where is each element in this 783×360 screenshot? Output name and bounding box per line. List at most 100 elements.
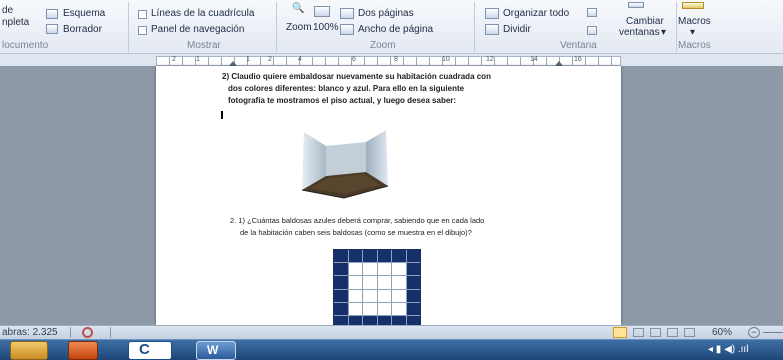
white-tile bbox=[348, 302, 362, 315]
blue-tile bbox=[406, 302, 420, 315]
blue-tile bbox=[406, 276, 420, 289]
macros-button[interactable]: Macros bbox=[678, 16, 711, 27]
sync-scroll-icon[interactable] bbox=[587, 26, 597, 35]
ruler-number: 4 bbox=[298, 56, 302, 63]
word-taskbar-icon[interactable]: W bbox=[196, 341, 236, 360]
question-2-line-3: fotografía te mostramos el piso actual, … bbox=[228, 96, 457, 105]
side-by-side-icon[interactable] bbox=[587, 8, 597, 17]
room-floor-photo bbox=[301, 130, 389, 199]
question-2-line-2: dos colores diferentes: blanco y azul. P… bbox=[228, 84, 465, 93]
group-label-mostrar: Mostrar bbox=[187, 40, 221, 51]
ribbon-separator bbox=[276, 2, 277, 52]
white-tile bbox=[348, 289, 362, 302]
status-divider bbox=[70, 327, 71, 338]
taskbar: C W ◂ ▮ ◀) .ııl bbox=[0, 339, 783, 360]
split-button[interactable]: Dividir bbox=[503, 24, 531, 35]
question-2-1-line-1: 2. 1) ¿Cuántas baldosas azules deberá co… bbox=[230, 216, 485, 225]
white-tile bbox=[363, 302, 377, 315]
ribbon-separator bbox=[676, 2, 677, 52]
macros-dropdown-icon[interactable]: ▾ bbox=[690, 27, 695, 38]
word-count[interactable]: abras: 2.325 bbox=[2, 327, 58, 338]
white-tile bbox=[377, 263, 391, 276]
page-width-icon bbox=[340, 24, 354, 35]
draft-view-icon bbox=[46, 24, 58, 34]
white-tile bbox=[363, 263, 377, 276]
blue-tile bbox=[406, 315, 420, 325]
ruler-number: 12 bbox=[486, 56, 494, 63]
outline-layout-view-icon[interactable] bbox=[667, 328, 678, 337]
gridlines-checkbox[interactable] bbox=[138, 10, 147, 19]
blue-tile bbox=[334, 289, 348, 302]
spelling-check-icon[interactable] bbox=[82, 327, 93, 338]
app-c-taskbar-icon[interactable]: C bbox=[128, 341, 172, 360]
white-tile bbox=[392, 276, 406, 289]
white-tile bbox=[377, 302, 391, 315]
blue-tile bbox=[392, 315, 406, 325]
zoom-slider[interactable] bbox=[763, 332, 783, 333]
blue-tile bbox=[334, 250, 348, 263]
white-tile bbox=[377, 289, 391, 302]
status-bar: abras: 2.325 60% − bbox=[0, 325, 783, 339]
full-screen-view-icon[interactable] bbox=[633, 328, 644, 337]
white-tile bbox=[392, 289, 406, 302]
arrange-all-icon bbox=[485, 8, 499, 19]
white-tile bbox=[392, 302, 406, 315]
media-player-taskbar-icon[interactable] bbox=[68, 341, 98, 360]
arrange-all-button[interactable]: Organizar todo bbox=[503, 8, 569, 19]
status-divider bbox=[110, 327, 111, 338]
print-layout-view-icon[interactable] bbox=[613, 327, 627, 338]
white-tile bbox=[348, 276, 362, 289]
ribbon-left-fragment-1[interactable]: de bbox=[2, 5, 13, 16]
zoom-out-icon[interactable]: − bbox=[748, 327, 760, 338]
blue-tile bbox=[334, 302, 348, 315]
group-label-documento: locumento bbox=[2, 40, 49, 51]
ruler-number: 10 bbox=[442, 56, 450, 63]
ruler-number: 2 bbox=[172, 56, 176, 63]
blue-tile bbox=[348, 250, 362, 263]
system-tray-icons[interactable]: ◂ ▮ ◀) .ııl bbox=[708, 344, 748, 355]
zoom-100-button[interactable]: 100% bbox=[313, 22, 339, 33]
two-pages-button[interactable]: Dos páginas bbox=[358, 8, 414, 19]
zoom-button[interactable]: Zoom bbox=[286, 22, 312, 33]
blue-tile bbox=[377, 250, 391, 263]
zoom-level[interactable]: 60% bbox=[712, 327, 732, 338]
switch-windows-dropdown-icon[interactable]: ▾ bbox=[661, 27, 666, 38]
blue-tile bbox=[406, 289, 420, 302]
group-label-ventana: Ventana bbox=[560, 40, 597, 51]
macros-icon bbox=[682, 2, 704, 9]
blue-tile bbox=[334, 276, 348, 289]
blue-tile bbox=[392, 250, 406, 263]
white-tile bbox=[348, 263, 362, 276]
zoom-magnifier-icon: 🔍 bbox=[292, 3, 305, 14]
white-tile bbox=[363, 289, 377, 302]
split-icon bbox=[485, 24, 499, 35]
white-tile bbox=[392, 263, 406, 276]
outline-view-button[interactable]: Esquema bbox=[63, 8, 105, 19]
web-layout-view-icon[interactable] bbox=[650, 328, 661, 337]
switch-windows-label-1[interactable]: Cambiar bbox=[626, 16, 664, 27]
two-pages-icon bbox=[340, 8, 354, 19]
draft-layout-view-icon[interactable] bbox=[684, 328, 695, 337]
text-cursor bbox=[221, 111, 223, 119]
question-2-line-1: 2) Claudio quiere embaldosar nuevamente … bbox=[222, 72, 491, 81]
blue-tile bbox=[363, 315, 377, 325]
blue-tile bbox=[334, 315, 348, 325]
outline-view-icon bbox=[46, 9, 58, 19]
ribbon-left-fragment-2[interactable]: npleta bbox=[2, 17, 29, 28]
page-width-button[interactable]: Ancho de página bbox=[358, 24, 433, 35]
file-explorer-taskbar-icon[interactable] bbox=[10, 341, 48, 360]
draft-view-button[interactable]: Borrador bbox=[63, 24, 102, 35]
group-label-zoom: Zoom bbox=[370, 40, 396, 51]
ruler-number: 2 bbox=[268, 56, 272, 63]
ribbon-separator bbox=[474, 2, 475, 52]
ruler-number: 14 bbox=[530, 56, 538, 63]
blue-tile bbox=[348, 315, 362, 325]
ribbon: de npleta locumento Esquema Borrador Lín… bbox=[0, 0, 783, 54]
horizontal-ruler[interactable] bbox=[156, 56, 621, 66]
navigation-pane-checkbox[interactable] bbox=[138, 26, 147, 35]
blue-tile bbox=[363, 250, 377, 263]
switch-windows-label-2[interactable]: ventanas bbox=[619, 27, 660, 38]
document-page[interactable]: 2) Claudio quiere embaldosar nuevamente … bbox=[156, 66, 621, 325]
gridlines-label: Líneas de la cuadrícula bbox=[151, 8, 255, 19]
ruler-number: 1 bbox=[246, 56, 250, 63]
